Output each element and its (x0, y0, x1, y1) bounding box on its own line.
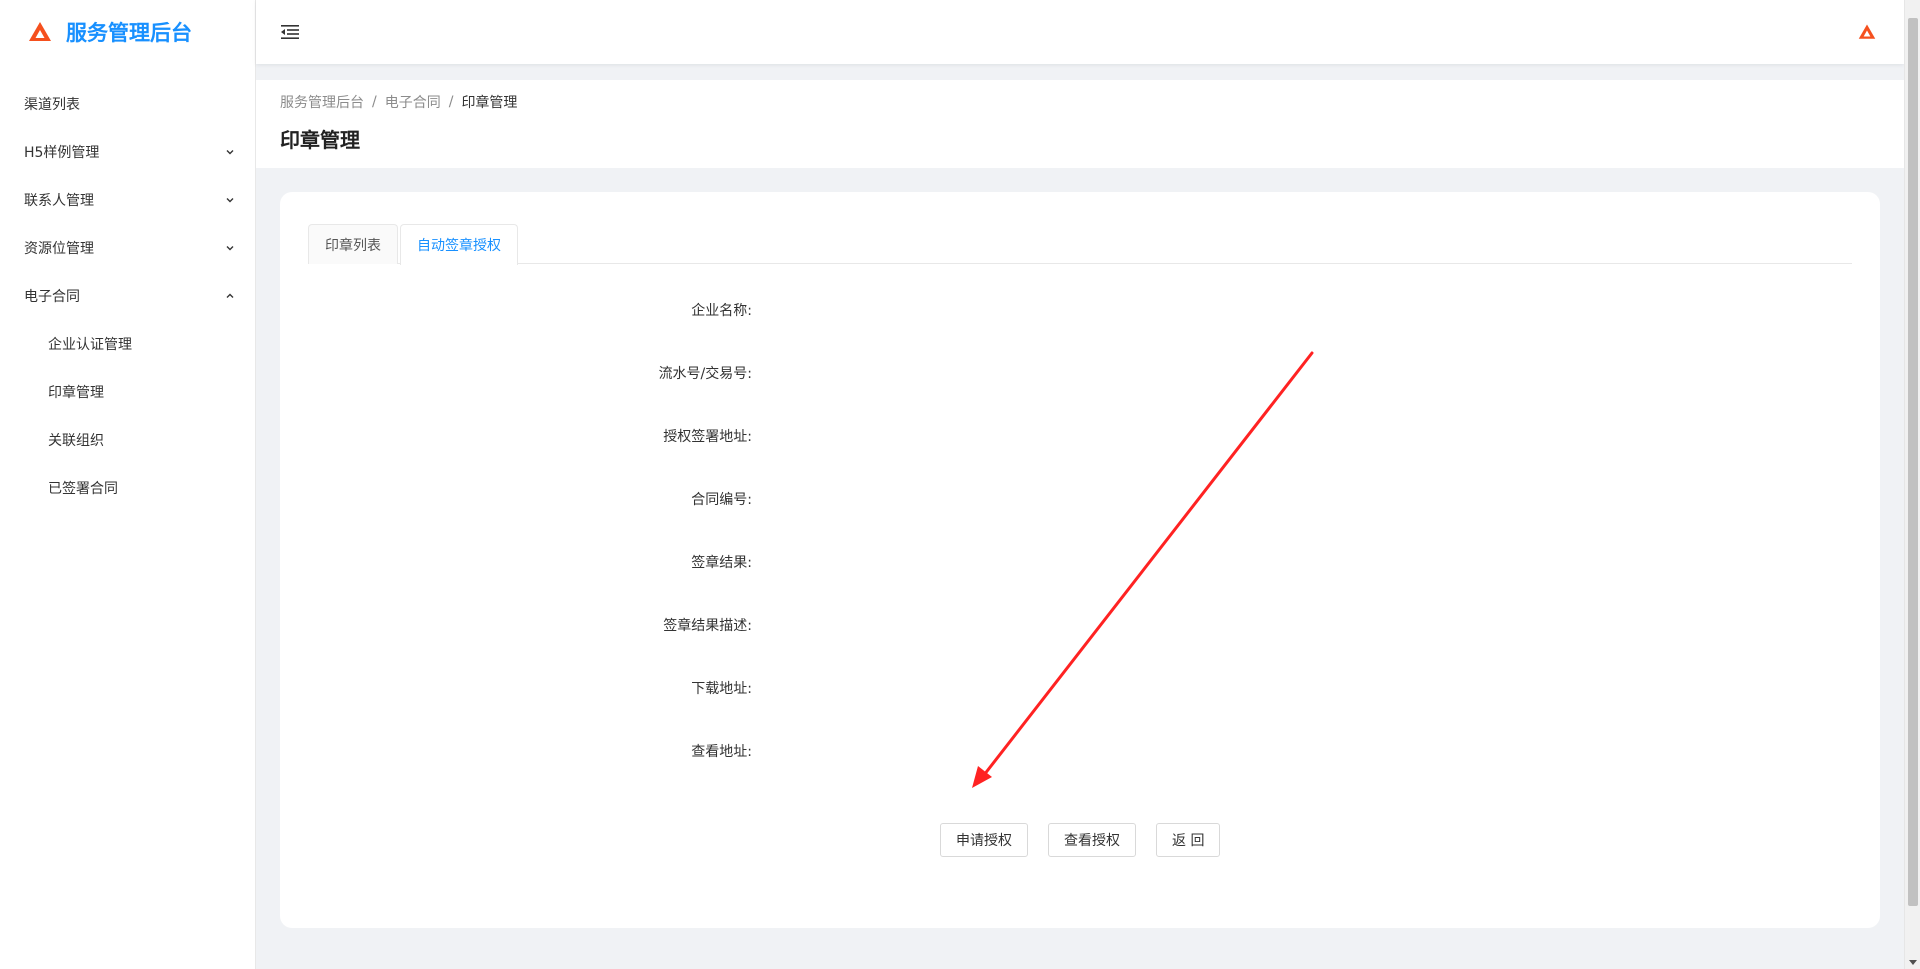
sidebar: 服务管理后台 渠道列表 H5样例管理 联系人管理 资源位管理 电子合同 企业认证… (0, 0, 256, 969)
tab-bar: 印章列表 自动签章授权 (308, 224, 1852, 265)
breadcrumb: 服务管理后台 / 电子合同 / 印章管理 (280, 92, 1880, 112)
vertical-scrollbar[interactable] (1904, 0, 1920, 969)
logo[interactable]: 服务管理后台 (0, 0, 255, 64)
scroll-down-arrow-icon[interactable] (1909, 960, 1917, 965)
form-actions: 申请授权 查看授权 返 回 (940, 823, 1240, 857)
form-label: 签章结果: (691, 555, 752, 571)
form-row-view-url: 查看地址: (280, 741, 1880, 804)
form-row-sign-result-desc: 签章结果描述: (280, 615, 1880, 678)
sidebar-menu: 渠道列表 H5样例管理 联系人管理 资源位管理 电子合同 企业认证管理 印章管理… (0, 80, 255, 512)
chevron-down-icon (226, 198, 234, 203)
form-label: 下载地址: (691, 681, 752, 697)
form-row-serial-number: 流水号/交易号: (280, 363, 1880, 426)
sidebar-item-h5-samples[interactable]: H5样例管理 (0, 128, 255, 176)
chevron-down-icon (226, 150, 234, 155)
form-label: 查看地址: (691, 744, 752, 760)
apply-auth-button[interactable]: 申请授权 (940, 823, 1028, 857)
sidebar-item-label: 资源位管理 (24, 241, 94, 257)
sidebar-item-linked-orgs[interactable]: 关联组织 (0, 416, 255, 464)
form-row-contract-number: 合同编号: (280, 489, 1880, 552)
auth-info-form: 企业名称: 流水号/交易号: 授权签署地址: 合同编号: 签章结果: 签章结果描… (280, 300, 1880, 804)
form-row-download-url: 下载地址: (280, 678, 1880, 741)
form-label: 签章结果描述: (663, 618, 752, 634)
tab-seal-list[interactable]: 印章列表 (308, 224, 398, 264)
view-auth-button[interactable]: 查看授权 (1048, 823, 1136, 857)
sidebar-item-label: 渠道列表 (24, 97, 80, 113)
form-label: 企业名称: (691, 303, 752, 319)
content-card: 印章列表 自动签章授权 企业名称: 流水号/交易号: 授权签署地址: 合同编号:… (280, 192, 1880, 928)
tab-auto-sign-auth[interactable]: 自动签章授权 (400, 224, 518, 265)
chevron-up-icon (226, 293, 234, 298)
breadcrumb-separator: / (448, 94, 454, 110)
triangle-logo-icon[interactable] (1858, 23, 1876, 41)
back-button[interactable]: 返 回 (1156, 823, 1221, 857)
sidebar-item-contacts[interactable]: 联系人管理 (0, 176, 255, 224)
top-header (256, 0, 1904, 64)
chevron-down-icon (226, 246, 234, 251)
breadcrumb-item[interactable]: 服务管理后台 (280, 92, 364, 112)
sidebar-item-channel-list[interactable]: 渠道列表 (0, 80, 255, 128)
form-label: 流水号/交易号: (658, 366, 752, 382)
form-row-sign-result: 签章结果: (280, 552, 1880, 615)
sidebar-item-label: 电子合同 (24, 289, 80, 305)
form-label: 合同编号: (691, 492, 752, 508)
sidebar-item-label: 企业认证管理 (48, 337, 132, 353)
sidebar-item-label: 已签署合同 (48, 481, 118, 497)
sidebar-item-e-contract[interactable]: 电子合同 (0, 272, 255, 320)
form-label: 授权签署地址: (663, 429, 752, 445)
form-row-company-name: 企业名称: (280, 300, 1880, 363)
breadcrumb-current: 印章管理 (461, 95, 518, 111)
scrollbar-thumb[interactable] (1908, 18, 1918, 906)
page-title: 印章管理 (280, 128, 360, 152)
sidebar-item-label: 印章管理 (48, 385, 104, 401)
breadcrumb-item[interactable]: 电子合同 (385, 92, 441, 112)
sidebar-item-enterprise-auth[interactable]: 企业认证管理 (0, 320, 255, 368)
sidebar-item-label: 关联组织 (48, 433, 104, 449)
app-title: 服务管理后台 (66, 21, 192, 45)
triangle-logo-icon (29, 22, 51, 41)
sidebar-item-resource-slots[interactable]: 资源位管理 (0, 224, 255, 272)
breadcrumb-separator: / (372, 94, 377, 110)
form-row-auth-sign-url: 授权签署地址: (280, 426, 1880, 489)
sidebar-item-label: H5样例管理 (24, 145, 100, 161)
sidebar-item-seal-management[interactable]: 印章管理 (0, 368, 255, 416)
menu-fold-icon[interactable] (280, 23, 300, 41)
sidebar-item-signed-contracts[interactable]: 已签署合同 (0, 464, 255, 512)
page-header: 服务管理后台 / 电子合同 / 印章管理 印章管理 (256, 80, 1904, 168)
sidebar-item-label: 联系人管理 (24, 193, 94, 209)
